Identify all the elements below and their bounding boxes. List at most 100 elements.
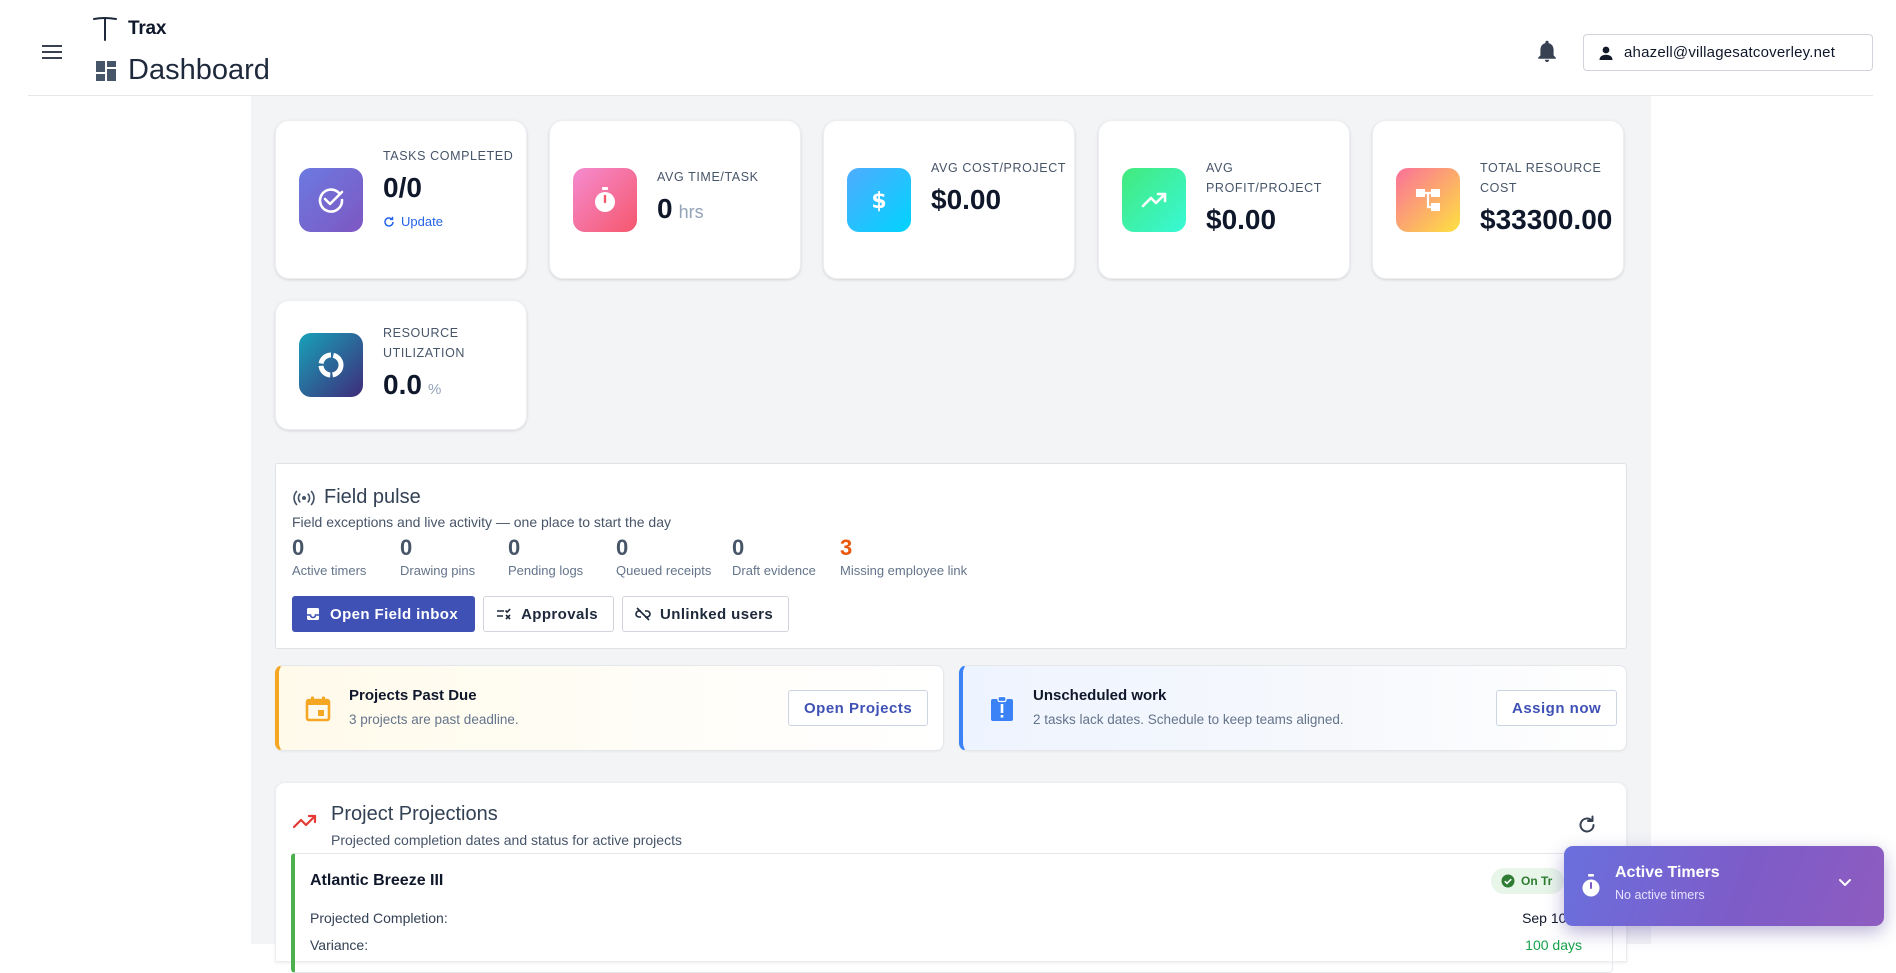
pulse-stat-label: Pending logs <box>508 563 584 578</box>
project-projection-item[interactable]: Atlantic Breeze III On Tr Projected Comp… <box>291 853 1613 973</box>
button-label: Unlinked users <box>660 605 774 623</box>
projections-title: Project Projections <box>331 803 498 825</box>
status-label: On Tr <box>1521 874 1553 888</box>
stopwatch-icon <box>595 187 615 212</box>
trending-up-icon <box>293 814 317 829</box>
pulse-stat-label: Draft evidence <box>732 563 816 578</box>
page-title: Dashboard <box>128 54 270 86</box>
active-timers-widget[interactable]: Active Timers No active timers <box>1564 846 1884 926</box>
status-badge: On Tr <box>1491 868 1565 894</box>
stat-card-tasks-completed: TASKS COMPLETED 0/0 Update <box>275 120 527 279</box>
pulse-stat-value: 3 <box>840 535 853 560</box>
pulse-stat-drawing-pins[interactable]: 0 Drawing pins <box>400 534 508 578</box>
variance-value: 100 days <box>1525 937 1582 953</box>
refresh-icon <box>384 216 394 227</box>
svg-text:$: $ <box>871 189 886 214</box>
stat-label: TASKS COMPLETED <box>383 149 514 163</box>
stat-label: RESOURCE UTILIZATION <box>383 326 466 360</box>
stat-text: TASKS COMPLETED 0/0 Update <box>383 146 520 229</box>
approvals-button[interactable]: Approvals <box>483 596 615 632</box>
chevron-down-icon[interactable] <box>1837 874 1853 890</box>
open-projects-button[interactable]: Open Projects <box>788 690 929 726</box>
checklist-icon <box>497 608 511 620</box>
update-link[interactable]: Update <box>383 214 520 229</box>
stat-card-avg-time: AVG TIME/TASK 0 hrs <box>549 120 801 279</box>
brand[interactable]: Trax <box>92 16 166 42</box>
completion-label: Projected Completion: <box>310 910 448 926</box>
stat-text: RESOURCE UTILIZATION 0.0% <box>383 323 520 401</box>
pulse-stat-value: 0 <box>616 535 629 560</box>
dashboard-icon <box>96 60 116 81</box>
projections-refresh-button[interactable] <box>1576 814 1600 838</box>
update-label: Update <box>401 214 443 229</box>
projects-past-due-alert: Projects Past Due 3 projects are past de… <box>275 665 944 751</box>
bell-icon <box>1538 40 1556 62</box>
timers-subtitle: No active timers <box>1615 888 1705 902</box>
stat-icon-box <box>1396 168 1460 232</box>
inbox-icon <box>307 608 319 620</box>
stat-label: TOTAL RESOURCE COST <box>1480 161 1602 195</box>
stat-icon-box <box>1122 168 1186 232</box>
stat-value-text: 0.0 <box>383 369 422 400</box>
stat-icon-box <box>299 168 363 232</box>
brand-name: Trax <box>128 18 167 39</box>
stopwatch-icon <box>1582 874 1600 897</box>
menu-button[interactable] <box>38 38 66 66</box>
unlinked-users-button[interactable]: Unlinked users <box>622 596 790 632</box>
open-field-inbox-button[interactable]: Open Field inbox <box>292 596 476 632</box>
check-circle-icon <box>318 188 344 213</box>
pulse-stat-value: 0 <box>732 535 745 560</box>
field-pulse-subtitle: Field exceptions and live activity — one… <box>292 514 671 530</box>
hamburger-icon <box>42 45 62 59</box>
pulse-stat-value: 0 <box>292 535 305 560</box>
page-title-wrap: Dashboard <box>96 54 270 87</box>
donut-icon <box>318 352 344 378</box>
stat-unit: % <box>427 381 442 398</box>
pulse-stat-label: Active timers <box>292 563 367 578</box>
pulse-stat-active-timers[interactable]: 0 Active timers <box>292 534 400 578</box>
field-pulse-stats: 0 Active timers 0 Drawing pins 0 Pending lo… <box>292 534 1000 578</box>
stat-card-avg-cost: $ AVG COST/PROJECT $0.00 <box>823 120 1075 279</box>
field-pulse-actions: Open Field inbox Approvals Unlinked user… <box>292 596 790 632</box>
notifications-button[interactable] <box>1535 40 1559 64</box>
pulse-stat-pending-logs[interactable]: 0 Pending logs <box>508 534 616 578</box>
broadcast-icon <box>293 490 315 505</box>
pulse-stat-queued-receipts[interactable]: 0 Queued receipts <box>616 534 732 578</box>
stat-icon-box: $ <box>847 168 911 232</box>
pulse-stat-value: 0 <box>400 535 413 560</box>
stat-text: TOTAL RESOURCE COST $33300.00 <box>1480 158 1617 236</box>
alert-title: Projects Past Due <box>349 687 477 704</box>
user-email: ahazell@villagesatcoverley.net <box>1624 44 1836 61</box>
pulse-stat-label: Missing employee link <box>840 563 968 578</box>
check-circle-icon <box>1501 874 1515 888</box>
pulse-stat-draft-evidence[interactable]: 0 Draft evidence <box>732 534 840 578</box>
button-label: Open Field inbox <box>330 605 459 623</box>
stat-card-resource-utilization: RESOURCE UTILIZATION 0.0% <box>275 300 527 430</box>
stat-value-text: $0.00 <box>1206 204 1277 235</box>
stat-card-total-resource-cost: TOTAL RESOURCE COST $33300.00 <box>1372 120 1624 279</box>
variance-label: Variance: <box>310 937 369 953</box>
pulse-stat-missing-employee-link[interactable]: 3 Missing employee link <box>840 534 1000 578</box>
assign-now-button[interactable]: Assign now <box>1496 690 1618 726</box>
person-icon <box>1599 46 1613 60</box>
trax-logo-icon <box>93 17 117 41</box>
stat-text: AVG PROFIT/PROJECT $0.00 <box>1206 158 1343 236</box>
app-header: Trax Dashboard ahazell@villagesatcoverle… <box>0 0 1896 96</box>
button-label: Approvals <box>521 605 599 623</box>
stat-value: $0.00 <box>931 184 1068 216</box>
stat-value-text: 0 <box>657 193 673 224</box>
refresh-icon <box>1579 815 1595 833</box>
link-off-icon <box>635 607 651 621</box>
stat-card-avg-profit: AVG PROFIT/PROJECT $0.00 <box>1098 120 1350 279</box>
field-pulse-panel: Field pulse Field exceptions and live ac… <box>275 463 1627 649</box>
stat-value: 0/0 <box>383 172 520 204</box>
stat-value-text: 0/0 <box>383 172 422 203</box>
timers-title: Active Timers <box>1615 864 1720 881</box>
stat-value-text: $0.00 <box>931 184 1002 215</box>
stat-value: $33300.00 <box>1480 204 1617 236</box>
alert-description: 2 tasks lack dates. Schedule to keep tea… <box>1033 712 1344 727</box>
unscheduled-work-alert: Unscheduled work 2 tasks lack dates. Sch… <box>959 665 1627 751</box>
pulse-stat-value: 0 <box>508 535 521 560</box>
trending-up-icon <box>1141 192 1167 208</box>
user-menu-button[interactable]: ahazell@villagesatcoverley.net <box>1583 34 1873 71</box>
